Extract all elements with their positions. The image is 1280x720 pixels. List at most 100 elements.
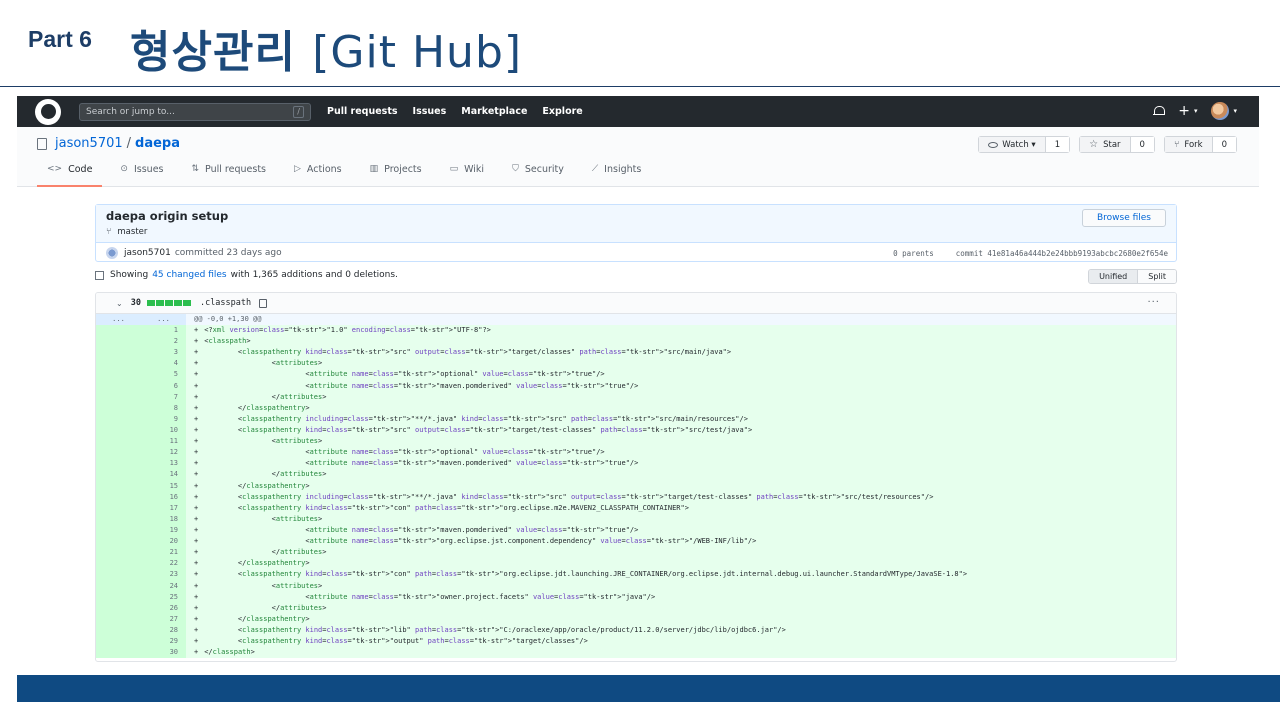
- new-line-number[interactable]: 6: [141, 380, 186, 392]
- old-line-number[interactable]: [96, 502, 141, 514]
- branch-name[interactable]: master: [117, 227, 147, 237]
- bell-icon[interactable]: [1153, 105, 1166, 117]
- new-line-number[interactable]: 11: [141, 436, 186, 448]
- github-logo-icon[interactable]: [35, 98, 61, 125]
- old-line-number[interactable]: [96, 513, 141, 525]
- new-line-number[interactable]: 27: [141, 613, 186, 625]
- old-line-number[interactable]: [96, 402, 141, 414]
- old-line-number[interactable]: [96, 336, 141, 348]
- tab-insights[interactable]: ⟋ Insights: [582, 164, 651, 187]
- old-line-number[interactable]: [96, 613, 141, 625]
- fork-button[interactable]: ⑂ Fork 0: [1163, 136, 1237, 153]
- old-line-number[interactable]: [96, 491, 141, 503]
- chevron-down-icon[interactable]: ▾: [1194, 107, 1198, 115]
- tab-wiki[interactable]: ▭ Wiki: [440, 164, 494, 187]
- tab-security[interactable]: ⛉ Security: [502, 164, 574, 187]
- old-line-number[interactable]: [96, 647, 141, 659]
- old-line-number[interactable]: [96, 391, 141, 403]
- hunk-expand-old[interactable]: ...: [96, 314, 141, 325]
- new-line-number[interactable]: 28: [141, 624, 186, 637]
- new-line-number[interactable]: 16: [141, 491, 186, 503]
- old-line-number[interactable]: [96, 569, 141, 581]
- nav-pull-requests[interactable]: Pull requests: [327, 106, 398, 117]
- commit-sha[interactable]: 41e81a46a444b2e24bbb9193abcbc2680e2f654e: [987, 249, 1168, 258]
- old-line-number[interactable]: [96, 347, 141, 359]
- new-line-number[interactable]: 20: [141, 536, 186, 548]
- new-line-number[interactable]: 23: [141, 569, 186, 581]
- new-line-number[interactable]: 26: [141, 602, 186, 614]
- new-line-number[interactable]: 18: [141, 513, 186, 525]
- tab-code[interactable]: <> Code: [37, 164, 103, 187]
- author-avatar[interactable]: [106, 247, 118, 259]
- old-line-number[interactable]: [96, 358, 141, 370]
- old-line-number[interactable]: [96, 591, 141, 603]
- new-line-number[interactable]: 7: [141, 391, 186, 403]
- new-line-number[interactable]: 12: [141, 447, 186, 459]
- new-line-number[interactable]: 30: [141, 647, 186, 659]
- new-line-number[interactable]: 15: [141, 480, 186, 492]
- avatar-chevron-down-icon[interactable]: ▾: [1233, 107, 1237, 115]
- tab-actions[interactable]: ▷ Actions: [284, 164, 352, 187]
- nav-explore[interactable]: Explore: [542, 106, 582, 117]
- old-line-number[interactable]: [96, 536, 141, 548]
- old-line-number[interactable]: [96, 524, 141, 537]
- watch-count[interactable]: 1: [1045, 137, 1070, 152]
- new-line-number[interactable]: 25: [141, 591, 186, 603]
- old-line-number[interactable]: [96, 458, 141, 470]
- copy-icon[interactable]: [259, 298, 268, 308]
- browse-files-button[interactable]: Browse files: [1081, 209, 1166, 227]
- watch-button[interactable]: Watch ▾ 1: [978, 136, 1071, 153]
- hunk-expand-new[interactable]: ...: [141, 314, 186, 325]
- old-line-number[interactable]: [96, 369, 141, 381]
- new-line-number[interactable]: 24: [141, 580, 186, 592]
- split-view-button[interactable]: Split: [1138, 270, 1176, 283]
- tab-issues[interactable]: ⊙ Issues: [110, 164, 173, 187]
- old-line-number[interactable]: [96, 636, 141, 648]
- new-line-number[interactable]: 13: [141, 458, 186, 470]
- commit-author-link[interactable]: jason5701: [124, 248, 171, 258]
- old-line-number[interactable]: [96, 558, 141, 570]
- changed-files-link[interactable]: 45 changed files: [152, 270, 226, 280]
- old-line-number[interactable]: [96, 469, 141, 481]
- avatar[interactable]: [1211, 102, 1230, 120]
- search-box[interactable]: /: [79, 102, 311, 121]
- old-line-number[interactable]: [96, 447, 141, 459]
- new-line-number[interactable]: 22: [141, 558, 186, 570]
- chevron-down-icon[interactable]: ⌄: [116, 299, 123, 308]
- more-options-icon[interactable]: ···: [1147, 297, 1160, 308]
- new-line-number[interactable]: 10: [141, 424, 186, 437]
- old-line-number[interactable]: [96, 424, 141, 437]
- tab-projects[interactable]: ▥ Projects: [360, 164, 432, 187]
- new-line-number[interactable]: 5: [141, 369, 186, 381]
- new-line-number[interactable]: 3: [141, 347, 186, 359]
- repo-name-link[interactable]: daepa: [135, 136, 180, 151]
- new-line-number[interactable]: 14: [141, 469, 186, 481]
- nav-issues[interactable]: Issues: [413, 106, 447, 117]
- old-line-number[interactable]: [96, 413, 141, 425]
- file-name[interactable]: .classpath: [200, 298, 251, 308]
- new-line-number[interactable]: 29: [141, 636, 186, 648]
- plus-icon[interactable]: +: [1178, 104, 1190, 118]
- repo-owner-link[interactable]: jason5701: [55, 136, 123, 151]
- new-line-number[interactable]: 8: [141, 402, 186, 414]
- new-line-number[interactable]: 9: [141, 413, 186, 425]
- new-line-number[interactable]: 2: [141, 336, 186, 348]
- old-line-number[interactable]: [96, 624, 141, 637]
- old-line-number[interactable]: [96, 480, 141, 492]
- unified-view-button[interactable]: Unified: [1089, 270, 1139, 283]
- old-line-number[interactable]: [96, 325, 141, 337]
- old-line-number[interactable]: [96, 602, 141, 614]
- new-line-number[interactable]: 21: [141, 547, 186, 559]
- old-line-number[interactable]: [96, 436, 141, 448]
- new-line-number[interactable]: 17: [141, 502, 186, 514]
- star-count[interactable]: 0: [1130, 137, 1154, 152]
- old-line-number[interactable]: [96, 580, 141, 592]
- search-input[interactable]: [86, 106, 266, 117]
- nav-marketplace[interactable]: Marketplace: [461, 106, 527, 117]
- new-line-number[interactable]: 1: [141, 325, 186, 337]
- new-line-number[interactable]: 19: [141, 524, 186, 537]
- old-line-number[interactable]: [96, 547, 141, 559]
- new-line-number[interactable]: 4: [141, 358, 186, 370]
- fork-count[interactable]: 0: [1212, 137, 1236, 152]
- tab-pull-requests[interactable]: ⇅ Pull requests: [182, 164, 277, 187]
